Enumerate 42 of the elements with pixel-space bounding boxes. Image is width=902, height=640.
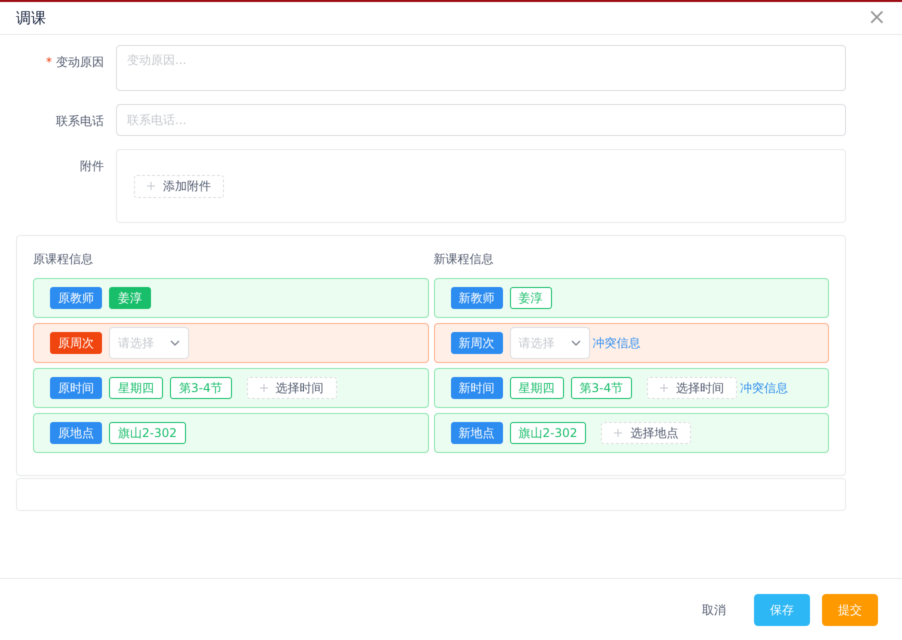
chevron-down-icon — [570, 340, 580, 346]
field-label: 联系电话 — [56, 113, 104, 130]
row-label: 原周次 — [50, 332, 102, 354]
teacher-tag: 姜淳 — [109, 287, 151, 309]
value-tag: 旗山2-302 — [109, 422, 186, 444]
conflict-link[interactable]: 冲突信息 — [592, 334, 640, 352]
week-select[interactable]: 请选择 — [510, 327, 590, 359]
row-label: 原时间 — [50, 377, 102, 399]
plus-icon — [147, 182, 155, 190]
row-label: 原教师 — [50, 287, 102, 309]
conflict-link[interactable]: 冲突信息 — [740, 379, 788, 397]
plus-icon — [660, 384, 668, 392]
section-title: 新课程信息 — [434, 251, 494, 268]
dialog-title: 调课 — [16, 8, 46, 29]
select-button[interactable]: 选择时间 — [647, 377, 738, 399]
phone-field[interactable]: 联系电话... — [116, 104, 846, 136]
chevron-down-icon — [170, 340, 180, 346]
field-label: 变动原因 — [56, 54, 104, 71]
value-tag: 第3-4节 — [570, 377, 632, 399]
row-label: 新教师 — [450, 287, 502, 309]
value-tag: 星期四 — [109, 377, 163, 399]
value-tag: 旗山2-302 — [510, 422, 586, 444]
row-label: 新时间 — [450, 377, 502, 399]
plus-icon — [260, 384, 268, 392]
close-button[interactable]: × — [868, 7, 886, 29]
row-label: 新地点 — [450, 422, 502, 444]
week-select[interactable]: 请选择 — [109, 327, 189, 359]
add-attachment-button[interactable]: 添加附件 — [134, 174, 224, 198]
select-button[interactable]: 选择地点 — [601, 422, 692, 444]
row-label: 原地点 — [50, 422, 102, 444]
value-tag: 姜淳 — [510, 287, 552, 309]
submit-button[interactable]: 提交 — [822, 594, 878, 626]
select-button[interactable]: 选择时间 — [246, 377, 337, 399]
plus-icon — [614, 429, 622, 437]
section-title: 原课程信息 — [33, 251, 94, 268]
reason-field[interactable]: 变动原因... — [116, 45, 846, 91]
save-button[interactable]: 保存 — [754, 594, 810, 626]
required-mark: * — [46, 54, 52, 71]
field-label: 附件 — [80, 158, 104, 175]
value-tag: 星期四 — [510, 377, 564, 399]
row-label: 新周次 — [450, 332, 502, 354]
value-tag: 第3-4节 — [170, 377, 232, 399]
